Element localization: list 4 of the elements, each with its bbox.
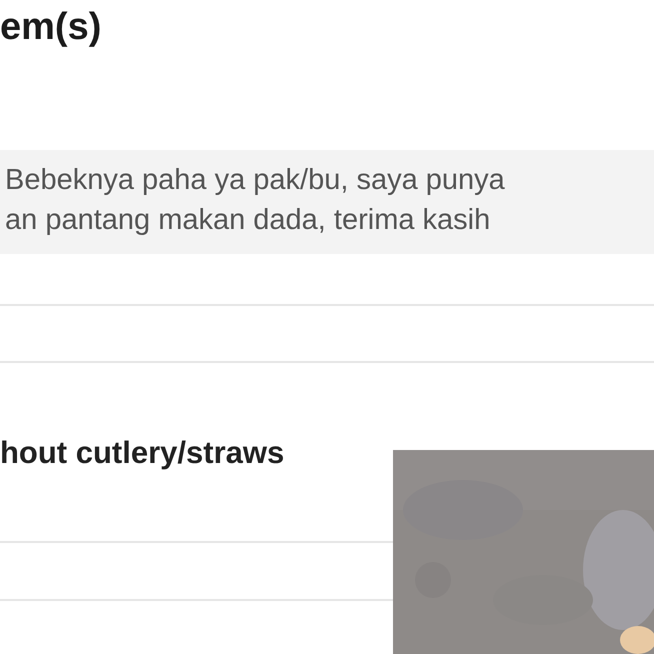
note-text: Bebeknya paha ya pak/bu, saya punya bbox=[5, 163, 506, 198]
note-text: an pantang makan dada, terima kasih bbox=[5, 203, 492, 238]
section-title: em(s) bbox=[0, 6, 102, 48]
cutlery-option-label[interactable]: hout cutlery/straws bbox=[0, 435, 284, 470]
